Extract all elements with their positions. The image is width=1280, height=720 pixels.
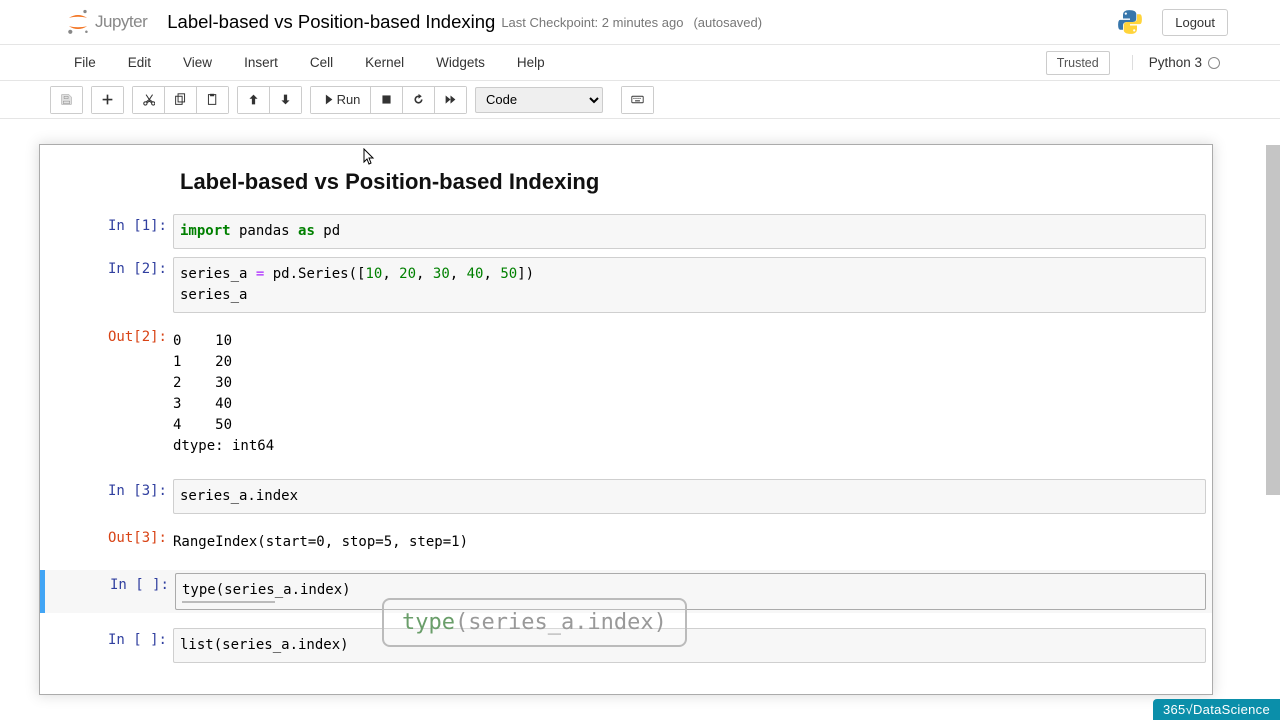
menu-cell[interactable]: Cell <box>294 47 349 78</box>
command-palette-button[interactable] <box>622 87 653 113</box>
watermark-badge: 365√DataScience <box>1153 699 1280 720</box>
paste-icon <box>206 93 219 106</box>
kernel-name: Python 3 <box>1149 55 1202 70</box>
run-button[interactable]: Run <box>311 87 371 113</box>
cell-type-select[interactable]: Code <box>475 87 603 113</box>
save-icon <box>60 93 73 106</box>
arrow-down-icon <box>279 93 292 106</box>
output-cell-2: Out[2]: 0 10 1 20 2 30 3 40 4 50 dtype: … <box>40 322 1212 460</box>
menu-file[interactable]: File <box>58 47 112 78</box>
menu-view[interactable]: View <box>167 47 228 78</box>
output-text: RangeIndex(start=0, stop=5, step=1) <box>173 526 1206 553</box>
code-input[interactable]: import pandas as pd <box>173 214 1206 249</box>
move-up-button[interactable] <box>238 87 270 113</box>
code-input[interactable]: type(series_a.index) <box>175 573 1206 610</box>
code-input[interactable]: series_a.index <box>173 479 1206 514</box>
notebook-container: Label-based vs Position-based Indexing I… <box>39 144 1213 695</box>
menu-widgets[interactable]: Widgets <box>420 47 501 78</box>
code-cell-4-selected[interactable]: In [ ]: type(series_a.index) <box>40 570 1212 613</box>
run-label: Run <box>337 92 361 107</box>
trusted-badge[interactable]: Trusted <box>1046 51 1110 75</box>
jupyter-logo-icon <box>64 8 92 36</box>
markdown-heading-cell[interactable]: Label-based vs Position-based Indexing <box>40 159 1212 209</box>
stop-icon <box>380 93 393 106</box>
code-cell-2[interactable]: In [2]: series_a = pd.Series([10, 20, 30… <box>40 254 1212 316</box>
jupyter-logo[interactable]: Jupyter <box>58 6 153 38</box>
scrollbar-thumb[interactable] <box>1266 145 1280 495</box>
jupyter-logo-text: Jupyter <box>95 12 147 32</box>
code-input[interactable]: list(series_a.index) <box>173 628 1206 663</box>
copy-icon <box>174 93 187 106</box>
move-down-button[interactable] <box>270 87 301 113</box>
output-prompt: Out[2]: <box>43 325 173 457</box>
restart-run-all-button[interactable] <box>435 87 466 113</box>
toolbar: Run Code <box>0 81 1280 119</box>
menu-edit[interactable]: Edit <box>112 47 167 78</box>
page-title: Label-based vs Position-based Indexing <box>180 169 1212 195</box>
input-prompt: In [ ]: <box>45 573 175 610</box>
kernel-status-icon <box>1208 57 1220 69</box>
add-cell-button[interactable] <box>92 87 123 113</box>
save-button[interactable] <box>51 87 82 113</box>
notebook-scroll-area[interactable]: Label-based vs Position-based Indexing I… <box>0 119 1280 711</box>
output-cell-3: Out[3]: RangeIndex(start=0, stop=5, step… <box>40 523 1212 556</box>
code-input[interactable]: series_a = pd.Series([10, 20, 30, 40, 50… <box>173 257 1206 313</box>
checkpoint-text: Last Checkpoint: 2 minutes ago <box>501 15 683 30</box>
input-prompt: In [3]: <box>43 479 173 514</box>
menu-help[interactable]: Help <box>501 47 561 78</box>
paste-button[interactable] <box>197 87 228 113</box>
keyboard-icon <box>631 93 644 106</box>
python-logo-icon <box>1116 8 1144 36</box>
interrupt-button[interactable] <box>371 87 403 113</box>
input-prompt: In [1]: <box>43 214 173 249</box>
fast-forward-icon <box>444 93 457 106</box>
input-prompt: In [2]: <box>43 257 173 313</box>
notebook-title[interactable]: Label-based vs Position-based Indexing <box>167 11 495 33</box>
menu-insert[interactable]: Insert <box>228 47 294 78</box>
code-cell-5[interactable]: In [ ]: list(series_a.index) <box>40 625 1212 666</box>
autosaved-text: (autosaved) <box>693 15 762 30</box>
output-prompt: Out[3]: <box>43 526 173 553</box>
header-bar: Jupyter Label-based vs Position-based In… <box>0 0 1280 45</box>
input-prompt: In [ ]: <box>43 628 173 663</box>
output-text: 0 10 1 20 2 30 3 40 4 50 dtype: int64 <box>173 325 1206 457</box>
restart-icon <box>412 93 425 106</box>
menu-kernel[interactable]: Kernel <box>349 47 420 78</box>
code-cell-3[interactable]: In [3]: series_a.index <box>40 476 1212 517</box>
copy-button[interactable] <box>165 87 197 113</box>
arrow-up-icon <box>247 93 260 106</box>
logout-button[interactable]: Logout <box>1162 9 1228 36</box>
kernel-indicator[interactable]: Python 3 <box>1132 55 1220 70</box>
plus-icon <box>101 93 114 106</box>
scissors-icon <box>142 93 155 106</box>
run-icon <box>321 93 334 106</box>
restart-button[interactable] <box>403 87 435 113</box>
code-cell-1[interactable]: In [1]: import pandas as pd <box>40 211 1212 252</box>
cut-button[interactable] <box>133 87 165 113</box>
menu-bar: File Edit View Insert Cell Kernel Widget… <box>0 45 1280 81</box>
